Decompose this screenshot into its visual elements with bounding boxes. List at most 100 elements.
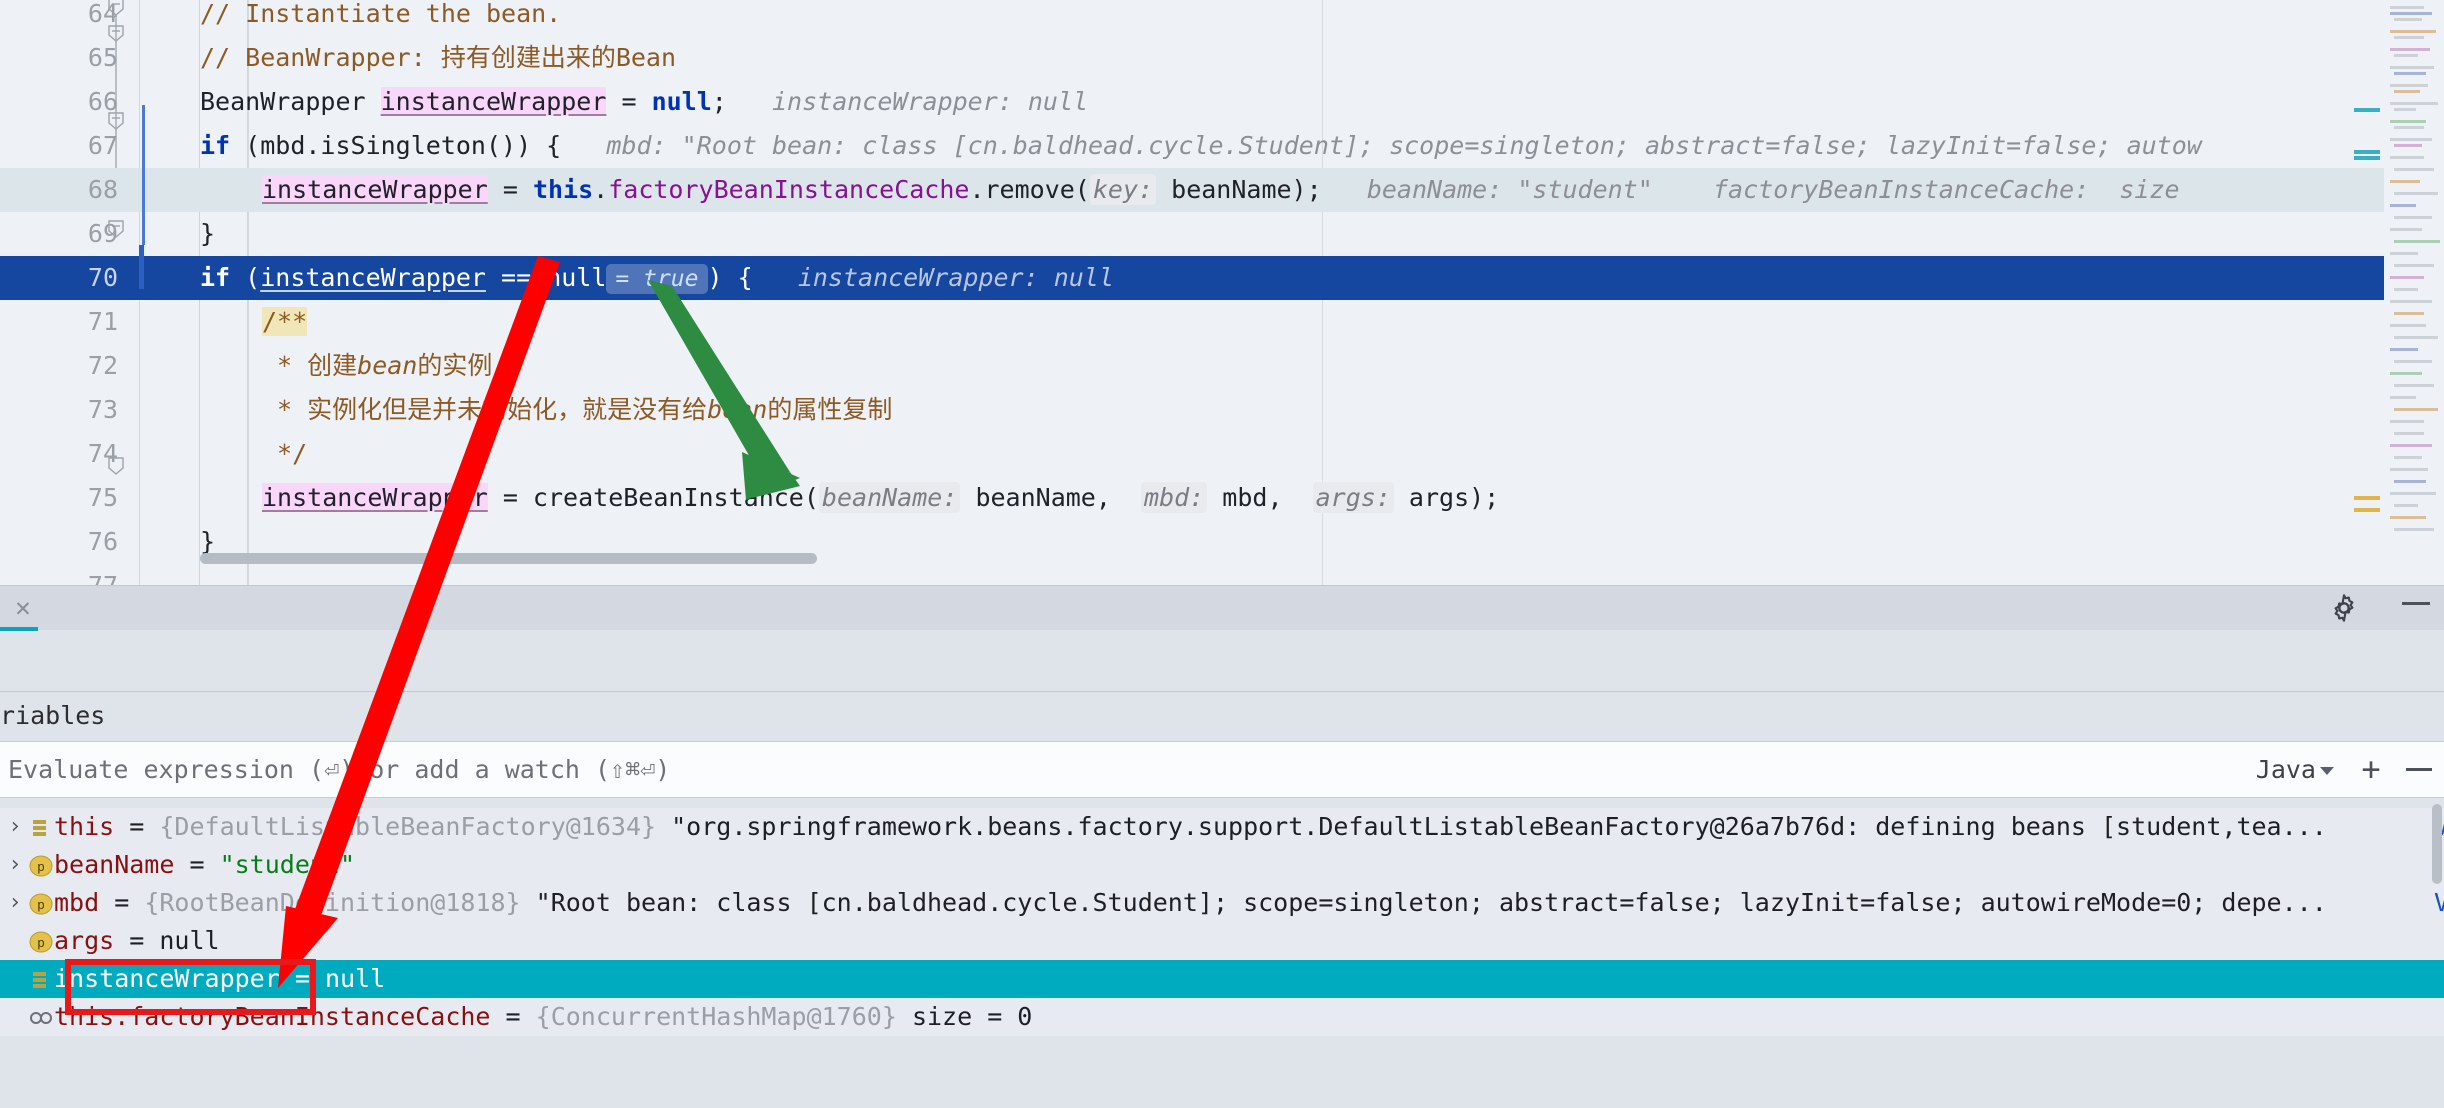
line-number: 66 [87,87,118,116]
code-comment: */ [262,439,308,468]
code-token: = createBeanInstance( [487,483,819,512]
code-text: // Instantiate the bean. [200,0,561,36]
variable-row[interactable]: › this = {DefaultListableBeanFactory@1634… [0,808,2444,846]
code-token: beanName, [960,483,1142,512]
variable-value: null [159,926,220,955]
code-token: ) { [707,262,798,292]
minimize-icon[interactable] [2402,602,2430,605]
code-text: instanceWrapper = createBeanInstance( bea… [262,476,1499,520]
chevron-right-icon[interactable]: › [4,884,26,922]
code-comment: // Instantiate the bean. [200,0,562,28]
code-comment-emphasis: bean [357,351,418,380]
highlighted-identifier: instanceWrapper [380,87,607,116]
javadoc-start: /** [262,307,308,336]
code-minimap[interactable] [2384,0,2444,585]
svg-text:p: p [37,898,45,913]
method-bracket-guide [142,105,145,245]
line-number: 69 [87,219,118,248]
scrollbar-thumb[interactable] [200,553,817,564]
variable-reference: {RootBeanDefinition@1818} [144,888,536,917]
variable-text: args = null [54,922,220,960]
code-token: . [593,175,609,204]
variable-row[interactable]: p args = null [0,922,2444,960]
ide-window: 64 // Instantiate the bean. 65 // BeanWrapp… [0,0,2444,1108]
evaluate-expression-bar[interactable]: Evaluate expression (⏎) or add a watch (… [0,741,2444,798]
code-keyword: this [532,175,594,204]
debugger-tabbar[interactable]: ✕ [0,586,2444,630]
code-line[interactable]: 73 * 实例化但是并未初始化，就是没有给bean的属性复制 [0,388,2444,432]
variable-name: beanName [54,850,175,879]
rail-mark [2354,508,2380,512]
highlighted-identifier: instanceWrapper [262,483,488,512]
view-link[interactable]: Vi [2434,884,2444,922]
variable-row[interactable]: › p beanName = "student" [0,846,2444,884]
remove-watch-button[interactable] [2406,768,2432,771]
variable-text: this = {DefaultListableBeanFactory@1634}… [54,808,2444,846]
inline-debug-hint: mbd: "Root bean: class [cn.baldhead.cycl… [606,131,2202,160]
variable-text: instanceWrapper = null [54,960,385,998]
code-field: factoryBeanInstanceCache [608,175,970,204]
line-number: 64 [87,0,118,28]
code-line[interactable]: 64 // Instantiate the bean. [0,0,2444,36]
variable-text: this.factoryBeanInstanceCache = {Concurr… [54,998,1032,1036]
parameter-hint: args: [1312,482,1394,513]
highlighted-identifier: instanceWrapper [260,262,486,292]
code-keyword: null [651,87,712,116]
code-line[interactable]: 77 [0,564,2444,585]
variable-row[interactable]: › p mbd = {RootBeanDefinition@1818} "Root … [0,884,2444,922]
code-keyword: if [200,131,231,160]
parameter-hint: key: [1089,174,1157,205]
chevron-right-icon[interactable]: › [4,846,26,884]
code-text: * 实例化但是并未初始化，就是没有给bean的属性复制 [262,388,892,432]
code-line[interactable]: 67 if (mbd.isSingleton()) { mbd: "Root be… [0,124,2444,168]
status-strip [0,1075,2444,1108]
inline-debug-hint: beanName: "student" factoryBeanInstanceC… [1366,175,2180,204]
line-number: 67 [87,131,118,160]
parameter-icon: p [28,852,54,878]
close-icon[interactable]: ✕ [8,593,38,623]
add-watch-button[interactable]: + [2356,753,2386,785]
line-number: 77 [0,564,118,585]
highlighted-identifier: instanceWrapper [262,175,488,204]
code-line[interactable]: 70 if (instanceWrapper == null = true) { i… [0,256,2444,300]
variable-value: "org.springframework.beans.factory.suppo… [671,812,2327,841]
variables-scrollbar-thumb[interactable] [2432,804,2442,884]
editor-annotation-rail[interactable] [2348,0,2384,585]
code-line[interactable]: 74 */ [0,432,2444,476]
editor-horizontal-scrollbar[interactable] [140,551,2380,565]
variable-row[interactable]: this.factoryBeanInstanceCache = {Concurr… [0,998,2444,1036]
code-text: if (instanceWrapper == null = true) { ins… [200,256,1114,301]
variable-value: size = 0 [911,1002,1033,1031]
equals-sign: = [114,926,160,955]
line-number: 74 [87,439,118,468]
inline-debug-hint: instanceWrapper: null [772,87,1089,116]
variable-name: this [54,812,115,841]
code-text: BeanWrapper instanceWrapper = null; inst… [200,80,1088,124]
code-line[interactable]: 65 // BeanWrapper: 持有创建出来的Bean [0,36,2444,80]
code-line[interactable]: 69} [0,212,2444,256]
code-token: ; [711,87,772,116]
language-selector[interactable]: Java [2256,742,2316,797]
equals-sign: = [490,1002,536,1031]
parameter-hint: mbd: [1141,482,1208,513]
code-line[interactable]: 66 BeanWrapper instanceWrapper = null; in… [0,80,2444,124]
code-token: = [606,87,652,116]
line-number: 76 [87,527,118,556]
variable-name: args [54,926,115,955]
evaluate-expression-input[interactable]: Evaluate expression (⏎) or add a watch (… [8,742,670,797]
gear-icon[interactable] [2328,592,2360,624]
variable-row[interactable]: instanceWrapper = null [0,960,2444,998]
code-line[interactable]: 75 instanceWrapper = createBeanInstance(b… [0,476,2444,520]
code-comment-emphasis: bean [707,395,768,424]
debugger-subtoolbar[interactable] [0,631,2444,692]
code-line[interactable]: 71 /** [0,300,2444,344]
chevron-down-icon[interactable] [2320,767,2334,775]
code-line[interactable]: 72 * 创建bean的实例 [0,344,2444,388]
code-line[interactable]: 68 instanceWrapper = this.factoryBeanInst… [0,168,2444,212]
field-icon [28,814,54,840]
line-number: 70 [87,263,118,292]
line-number: 68 [87,175,118,204]
code-editor[interactable]: 64 // Instantiate the bean. 65 // BeanWrapp… [0,0,2444,585]
chevron-right-icon[interactable]: › [4,808,26,846]
variable-reference: {ConcurrentHashMap@1760} [535,1002,912,1031]
